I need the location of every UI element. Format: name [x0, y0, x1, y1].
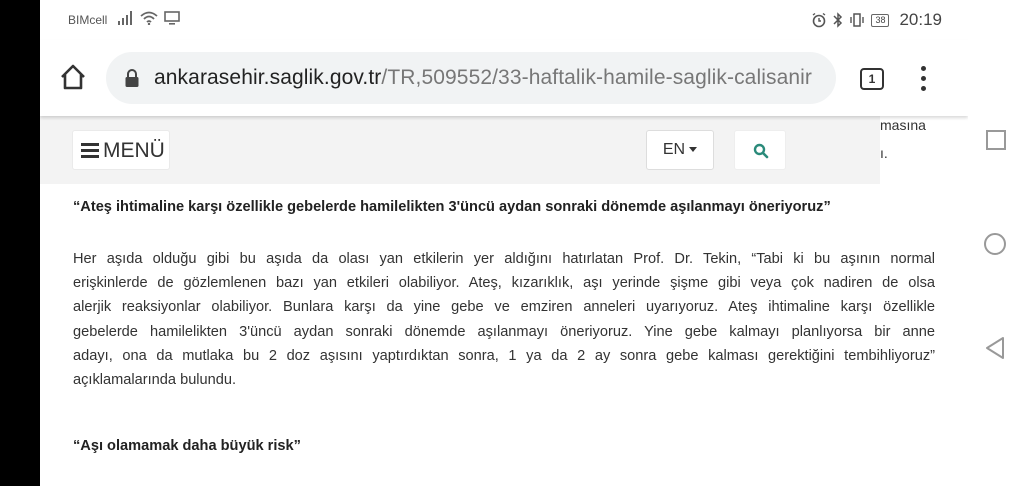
- bluetooth-icon: [833, 12, 843, 28]
- status-left-icons: [118, 11, 180, 25]
- caret-down-icon: [689, 147, 698, 153]
- paragraph-line: Her aşıda olduğu gibi bu aşıda da olası …: [73, 251, 935, 267]
- back-icon[interactable]: [984, 336, 1006, 360]
- home-circle-icon[interactable]: [984, 233, 1006, 255]
- site-navbar: MENÜ EN: [40, 116, 880, 184]
- paragraph-line: açıklamalarında bulundu.: [73, 372, 237, 389]
- paragraph-line: gebelerde hamilelikten 3'üncü aydan sonr…: [73, 323, 935, 340]
- screen-icon: [164, 11, 180, 25]
- phone-frame: BIMcell 38 20:19 ankarasehir.saglik.gov.…: [0, 0, 1024, 486]
- menu-button[interactable]: MENÜ: [72, 130, 170, 170]
- url-text: ankarasehir.saglik.gov.tr/TR,509552/33-h…: [154, 66, 812, 90]
- battery-indicator: 38: [871, 13, 890, 27]
- alarm-icon: [813, 12, 826, 28]
- status-bar: BIMcell 38 20:19: [40, 0, 968, 40]
- hamburger-icon: [81, 143, 99, 159]
- occluded-text: ı.: [880, 145, 888, 161]
- clock: 20:19: [899, 10, 942, 29]
- url-domain: ankarasehir.saglik.gov.tr: [154, 66, 382, 89]
- paragraph-line: adayı, ona da mutlaka bu 2 doz aşısını y…: [73, 347, 935, 364]
- tab-switcher-button[interactable]: 1: [860, 68, 884, 90]
- url-path: /TR,509552/33-haftalik-hamile-saglik-cal…: [381, 66, 813, 89]
- signal-icon: [118, 11, 132, 25]
- article-paragraph: Her aşıda olduğu gibi bu aşıda da olası …: [73, 247, 935, 392]
- browser-toolbar: ankarasehir.saglik.gov.tr/TR,509552/33-h…: [40, 40, 968, 116]
- language-selector[interactable]: EN: [646, 130, 714, 170]
- vibrate-icon: [850, 13, 865, 27]
- search-button[interactable]: [734, 130, 786, 170]
- recent-apps-icon[interactable]: [986, 130, 1006, 150]
- article-subheading: “Aşı olamamak daha büyük risk”: [73, 438, 301, 454]
- search-icon: [753, 143, 769, 159]
- menu-label: MENÜ: [103, 139, 165, 162]
- paragraph-line: alerjik reaksiyonlar olabiliyor. Bunlara…: [73, 299, 935, 316]
- wifi-icon: [140, 11, 158, 25]
- article-subheading: “Ateş ihtimaline karşı özellikle gebeler…: [73, 199, 831, 215]
- lock-icon: [125, 69, 139, 87]
- system-navigation-bar: [968, 0, 1024, 486]
- status-right-icons: 38 20:19: [811, 10, 942, 30]
- browser-screen: BIMcell 38 20:19 ankarasehir.saglik.gov.…: [40, 0, 968, 486]
- paragraph-line: erişkinlerde de gözlemlenen bazı yan etk…: [73, 275, 935, 292]
- home-icon[interactable]: [58, 62, 88, 92]
- language-label: EN: [662, 141, 686, 158]
- carrier-name: BIMcell: [68, 13, 108, 27]
- overflow-menu-icon[interactable]: [918, 66, 928, 92]
- occluded-text: masına: [880, 117, 926, 133]
- address-bar[interactable]: ankarasehir.saglik.gov.tr/TR,509552/33-h…: [106, 52, 836, 104]
